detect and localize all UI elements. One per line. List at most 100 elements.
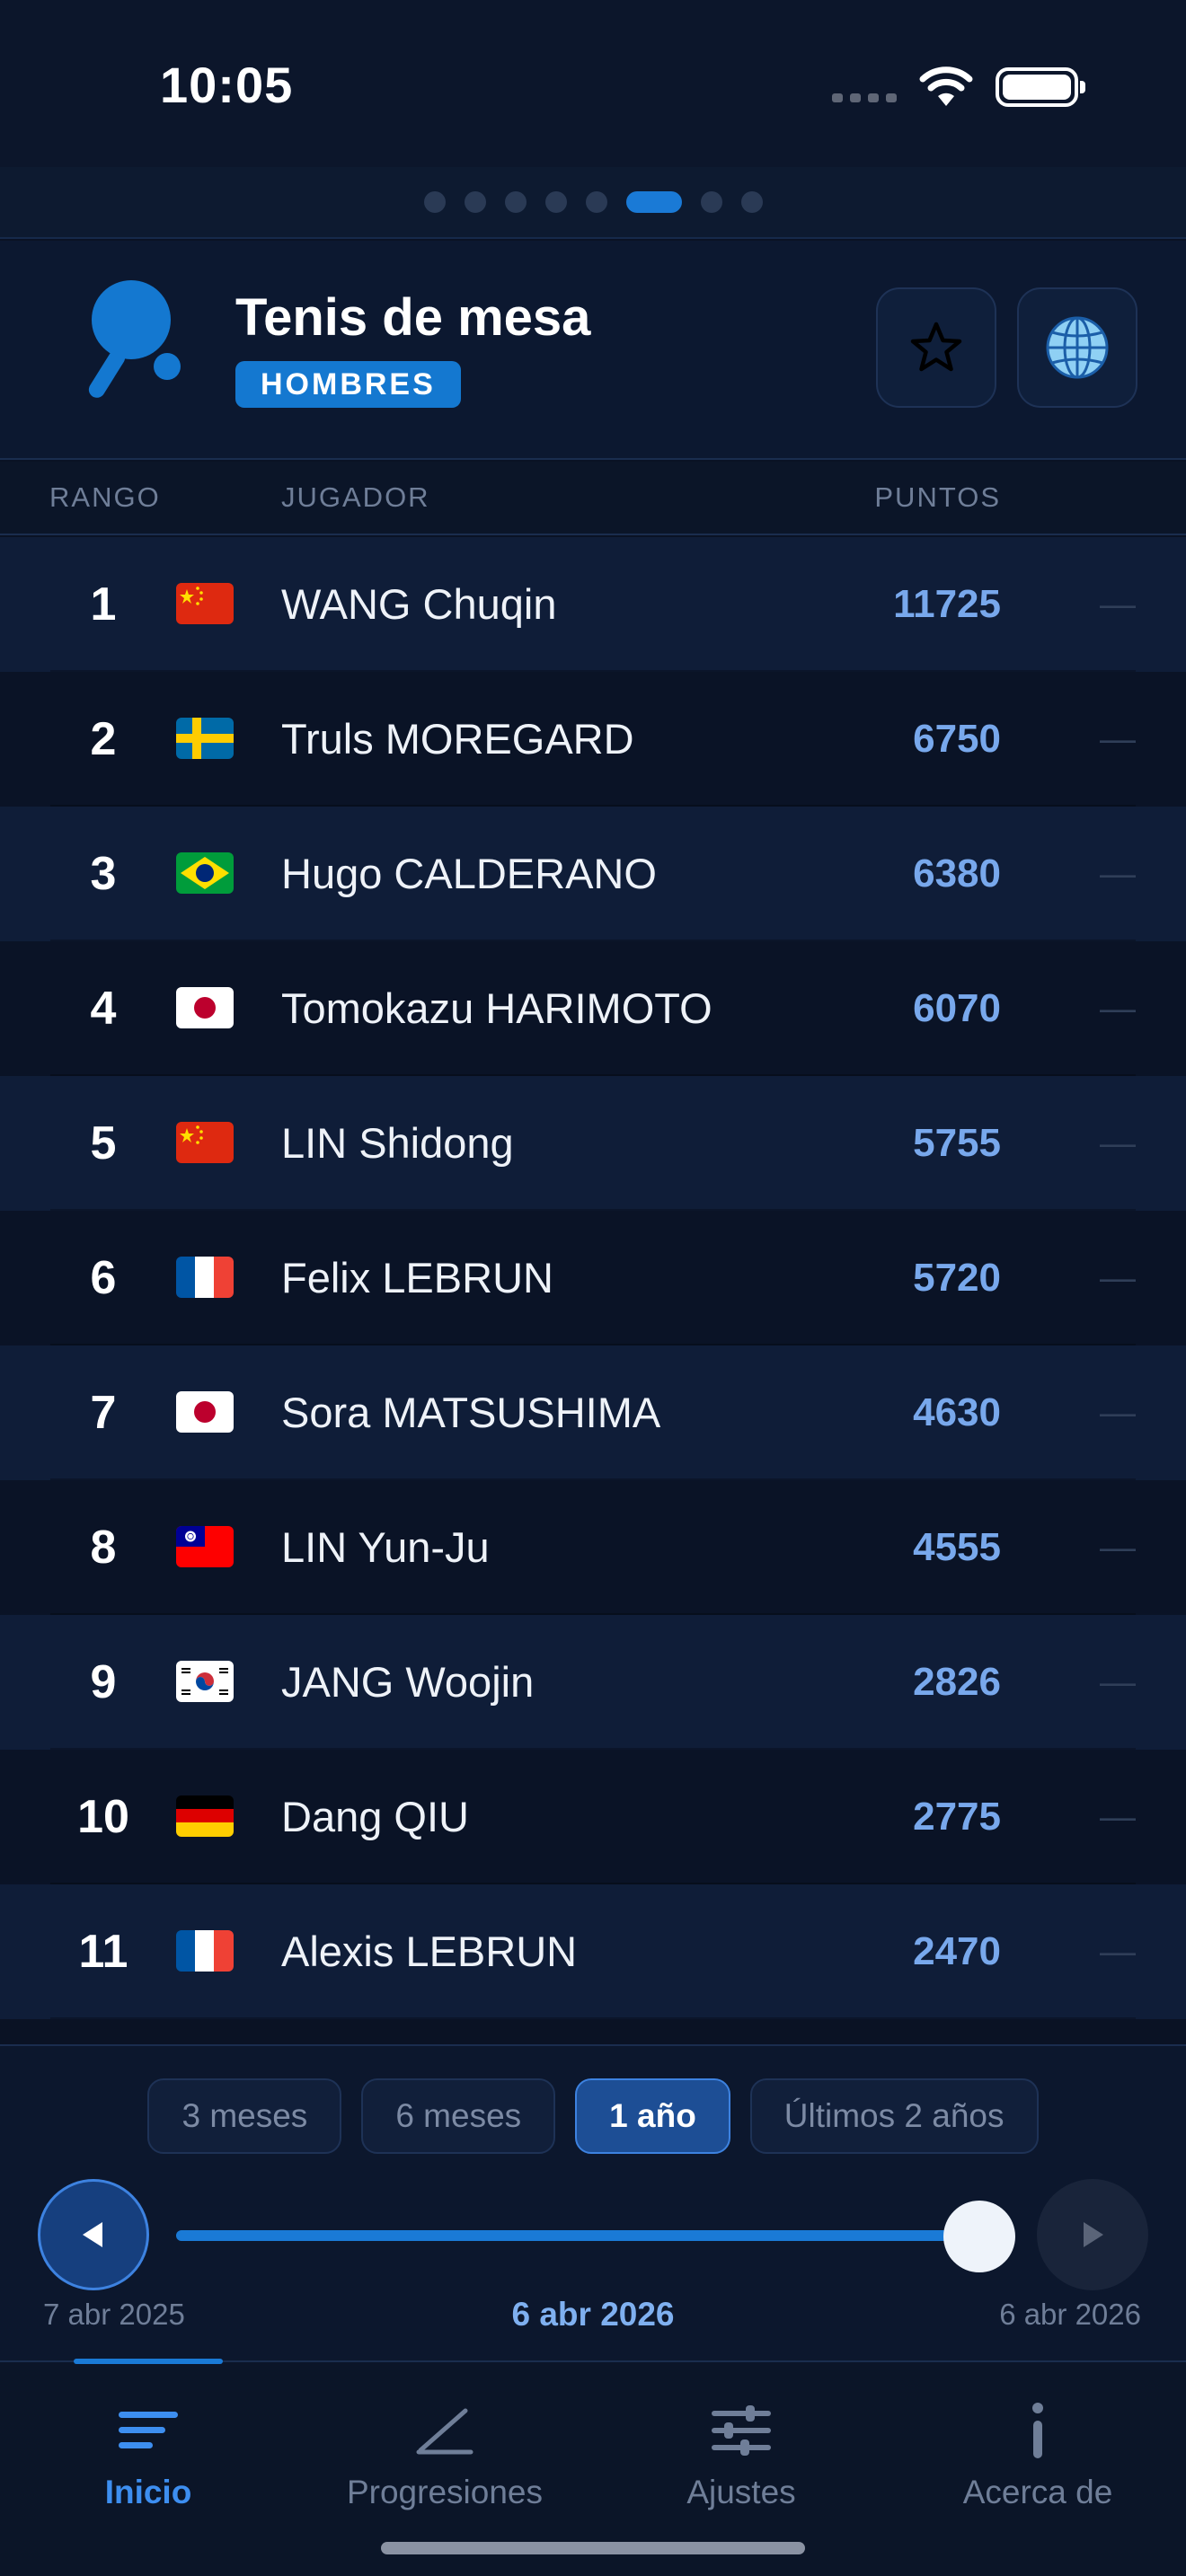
- player-name: Alexis LEBRUN: [281, 1928, 578, 1975]
- country-flag-icon: [176, 1257, 234, 1298]
- home-indicator[interactable]: [381, 2542, 805, 2554]
- table-row[interactable]: 4 Tomokazu HARIMOTO 6070 —: [0, 941, 1186, 1076]
- tab-label: Acerca de: [962, 2474, 1113, 2510]
- favorite-button[interactable]: [876, 287, 996, 408]
- country-flag-icon: [176, 1122, 234, 1163]
- country-flag-icon: [176, 718, 234, 759]
- player-rank: 2: [90, 713, 117, 765]
- player-rank: 10: [77, 1791, 129, 1843]
- sport-title: Tenis de mesa: [235, 288, 591, 347]
- rank-change: —: [1100, 854, 1136, 894]
- page-dot[interactable]: [544, 191, 567, 213]
- player-name: LIN Shidong: [281, 1119, 514, 1167]
- table-row[interactable]: 1 WANG Chuqin 11725 —: [0, 537, 1186, 672]
- tab-inicio[interactable]: Inicio: [0, 2395, 296, 2511]
- rank-change: —: [1100, 719, 1136, 759]
- player-rank: 6: [90, 1252, 117, 1304]
- tab-acerca-de[interactable]: Acerca de: [890, 2395, 1186, 2511]
- date-slider-track[interactable]: [176, 2230, 976, 2241]
- country-flag-icon: [176, 852, 234, 894]
- cellular-signal-icon: [832, 93, 897, 102]
- country-flag-icon: [176, 987, 234, 1028]
- sport-header: Tenis de mesa HOMBRES: [0, 241, 1186, 460]
- status-time: 10:05: [160, 57, 294, 113]
- list-icon: [119, 2412, 178, 2448]
- page-dot[interactable]: [740, 191, 763, 213]
- rank-change: —: [1100, 1528, 1136, 1567]
- page-dot[interactable]: [423, 191, 446, 213]
- sliders-icon: [712, 2405, 771, 2456]
- player-rank: 3: [90, 848, 117, 900]
- table-row[interactable]: 2 Truls MOREGARD 6750 —: [0, 672, 1186, 807]
- rank-change: —: [1100, 1258, 1136, 1298]
- player-points: 6750: [913, 717, 1001, 761]
- player-points: 4555: [913, 1525, 1001, 1569]
- battery-icon: [996, 67, 1085, 107]
- previous-date-button[interactable]: [38, 2179, 149, 2290]
- player-name: Felix LEBRUN: [281, 1254, 553, 1301]
- player-name: Truls MOREGARD: [281, 715, 634, 763]
- country-flag-icon: [176, 1930, 234, 1972]
- player-points: 6380: [913, 851, 1001, 895]
- rank-change: —: [1100, 1124, 1136, 1163]
- player-rank: 11: [78, 1926, 128, 1978]
- table-row[interactable]: 9 JANG Woojin 2826 —: [0, 1615, 1186, 1750]
- table-row[interactable]: 6 Felix LEBRUN 5720 —: [0, 1211, 1186, 1345]
- player-name: Dang QIU: [281, 1793, 469, 1840]
- page-dot[interactable]: [700, 191, 722, 213]
- rank-change: —: [1100, 1393, 1136, 1433]
- wifi-icon: [919, 66, 973, 106]
- player-points: 11725: [893, 582, 1001, 626]
- table-row[interactable]: 8 LIN Yun-Ju 4555 —: [0, 1480, 1186, 1615]
- country-flag-icon: [176, 1795, 234, 1837]
- tab-progresiones[interactable]: Progresiones: [296, 2395, 593, 2511]
- rank-change: —: [1100, 1663, 1136, 1702]
- next-date-button[interactable]: [1037, 2179, 1148, 2290]
- range-option-button[interactable]: 6 meses: [361, 2078, 556, 2154]
- table-row[interactable]: 10 Dang QIU 2775 —: [0, 1750, 1186, 1884]
- play-left-icon: [83, 2222, 102, 2247]
- column-points: PUNTOS: [874, 481, 1001, 513]
- range-option-button[interactable]: Últimos 2 años: [749, 2078, 1039, 2154]
- player-points: 4630: [913, 1390, 1001, 1434]
- gender-badge[interactable]: HOMBRES: [235, 361, 461, 408]
- star-icon: [910, 322, 962, 372]
- table-row[interactable]: 7 Sora MATSUSHIMA 4630 —: [0, 1345, 1186, 1480]
- region-button[interactable]: [1017, 287, 1137, 408]
- page-dot[interactable]: [504, 191, 527, 213]
- ranking-list: 1 WANG Chuqin 11725 — 2 Truls MOREGARD 6750 — 3 H…: [0, 537, 1186, 2019]
- table-row[interactable]: 11 Alexis LEBRUN 2470 —: [0, 1884, 1186, 2019]
- player-points: 6070: [913, 986, 1001, 1030]
- range-option-button[interactable]: 3 meses: [147, 2078, 342, 2154]
- player-name: WANG Chuqin: [281, 580, 557, 628]
- tab-ajustes[interactable]: Ajustes: [593, 2395, 890, 2511]
- date-slider-thumb[interactable]: [943, 2201, 1015, 2272]
- player-name: LIN Yun-Ju: [281, 1523, 490, 1571]
- player-rank: 8: [90, 1522, 117, 1574]
- page-indicator[interactable]: [0, 167, 1186, 239]
- player-points: 2826: [913, 1660, 1001, 1704]
- time-controls: 3 meses 6 meses 1 año Últimos 2 años 7 abr …: [0, 2044, 1186, 2360]
- ranking-table-header: RANGO JUGADOR PUNTOS: [0, 462, 1186, 535]
- play-right-icon: [1084, 2222, 1103, 2247]
- player-name: JANG Woojin: [281, 1658, 535, 1706]
- range-option-button[interactable]: 1 año: [575, 2078, 730, 2154]
- page-dot[interactable]: [585, 191, 607, 213]
- tab-label: Progresiones: [346, 2474, 543, 2510]
- rank-change: —: [1100, 1932, 1136, 1972]
- table-row[interactable]: 5 LIN Shidong 5755 —: [0, 1076, 1186, 1211]
- player-rank: 4: [90, 983, 117, 1035]
- tab-label: Ajustes: [686, 2474, 796, 2510]
- page-dot[interactable]: [625, 191, 682, 213]
- country-flag-icon: [176, 1661, 234, 1702]
- column-player: JUGADOR: [281, 481, 430, 513]
- range-end-date: 6 abr 2026: [999, 2298, 1141, 2331]
- player-name: Sora MATSUSHIMA: [281, 1389, 661, 1436]
- status-icons: [832, 66, 1085, 108]
- page-dot[interactable]: [464, 191, 486, 213]
- status-bar: 10:05: [0, 0, 1186, 167]
- country-flag-icon: [176, 583, 234, 624]
- country-flag-icon: [176, 1526, 234, 1567]
- player-name: Hugo CALDERANO: [281, 850, 657, 897]
- table-row[interactable]: 3 Hugo CALDERANO 6380 —: [0, 807, 1186, 941]
